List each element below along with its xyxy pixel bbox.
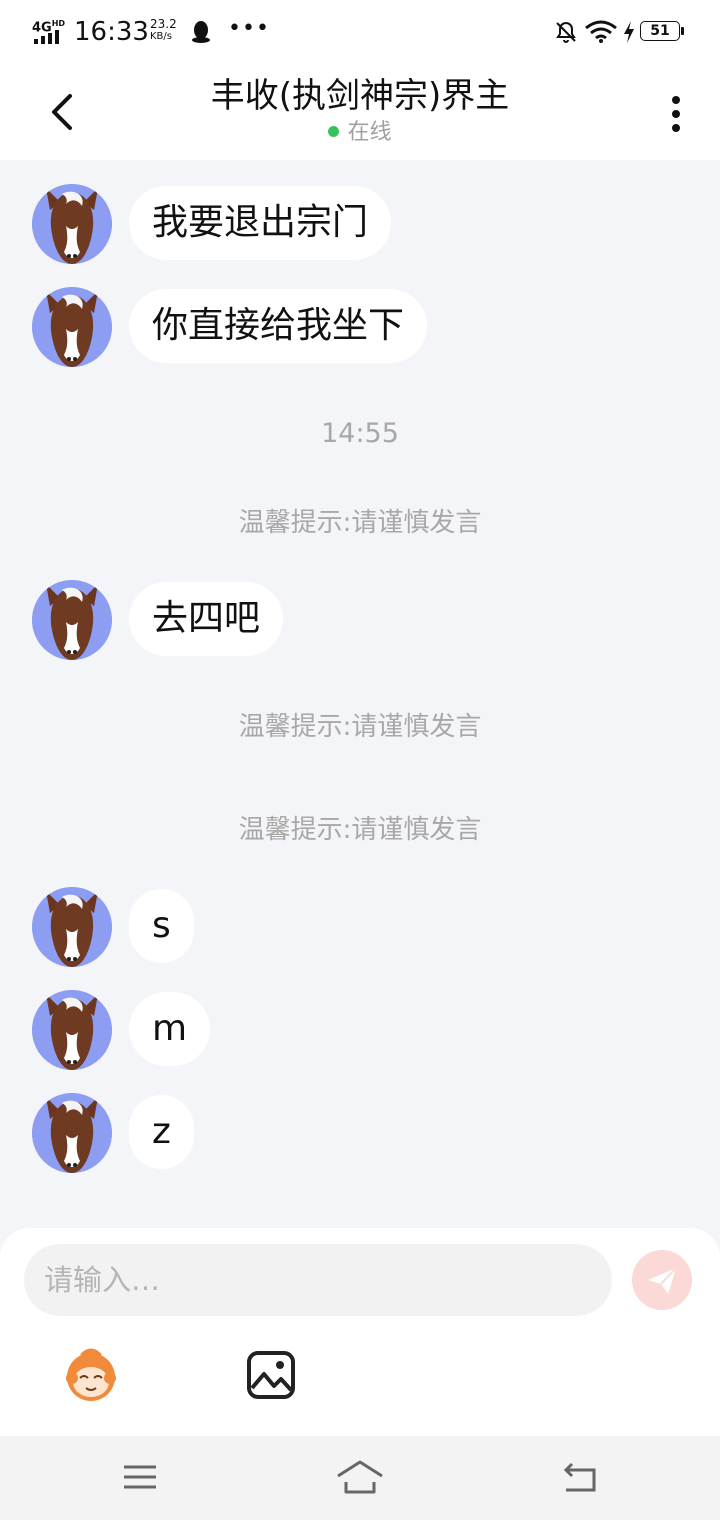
signal-icon <box>34 30 64 44</box>
horse-avatar-icon <box>32 990 112 1070</box>
emoji-button[interactable] <box>60 1344 122 1406</box>
message-bubble[interactable]: m <box>129 992 211 1066</box>
message-timestamp: 14:55 <box>321 418 399 449</box>
system-tip: 温馨提示:请谨慎发言 <box>238 815 482 845</box>
horse-avatar-icon <box>32 287 112 367</box>
image-button[interactable] <box>244 1348 298 1402</box>
horse-avatar-icon <box>32 1093 112 1173</box>
horse-avatar-icon <box>32 887 112 967</box>
horse-avatar-icon <box>32 184 112 264</box>
menu-icon[interactable] <box>118 1460 162 1494</box>
message-bubble[interactable]: z <box>129 1095 194 1169</box>
more-options-button[interactable] <box>658 90 694 138</box>
system-tip: 温馨提示:请谨慎发言 <box>238 712 482 742</box>
chat-title: 丰收(执剑神宗)界主 <box>210 76 510 116</box>
message-bubble[interactable]: 你直接给我坐下 <box>129 289 428 363</box>
back-icon[interactable] <box>558 1460 602 1496</box>
message-list[interactable]: 我要退出宗门 你直接给我坐下 14:55 温馨提示:请谨慎发言 去四吧 温馨提示… <box>0 160 720 1228</box>
message-bubble[interactable]: 去四吧 <box>129 582 284 656</box>
avatar[interactable] <box>32 887 112 967</box>
wifi-icon <box>585 20 617 43</box>
system-tip: 温馨提示:请谨慎发言 <box>238 508 482 538</box>
clock: 16:33 <box>74 17 149 47</box>
qq-icon <box>192 21 210 43</box>
avatar[interactable] <box>32 990 112 1070</box>
charging-icon <box>624 21 634 43</box>
system-nav-bar <box>0 1436 720 1520</box>
home-icon[interactable] <box>334 1458 386 1498</box>
chat-header: 丰收(执剑神宗)界主 在线 <box>0 64 720 160</box>
battery-level: 51 <box>650 23 670 39</box>
avatar[interactable] <box>32 287 112 367</box>
avatar[interactable] <box>32 1093 112 1173</box>
more-notifications-icon: ••• <box>228 16 270 41</box>
battery-icon: 51 <box>640 21 684 43</box>
send-button[interactable] <box>632 1250 692 1310</box>
status-bar: 4GHD 16:33 23.2 KB/s ••• 51 <box>0 0 720 64</box>
message-input[interactable] <box>24 1244 612 1316</box>
avatar[interactable] <box>32 184 112 264</box>
horse-avatar-icon <box>32 580 112 660</box>
input-panel <box>0 1228 720 1436</box>
online-status: 在线 <box>0 118 720 148</box>
online-dot-icon <box>328 126 340 137</box>
message-bubble[interactable]: s <box>129 889 194 963</box>
mute-bell-icon <box>556 21 576 43</box>
network-speed: 23.2 KB/s <box>150 17 177 42</box>
avatar[interactable] <box>32 580 112 660</box>
message-bubble[interactable]: 我要退出宗门 <box>129 186 392 260</box>
